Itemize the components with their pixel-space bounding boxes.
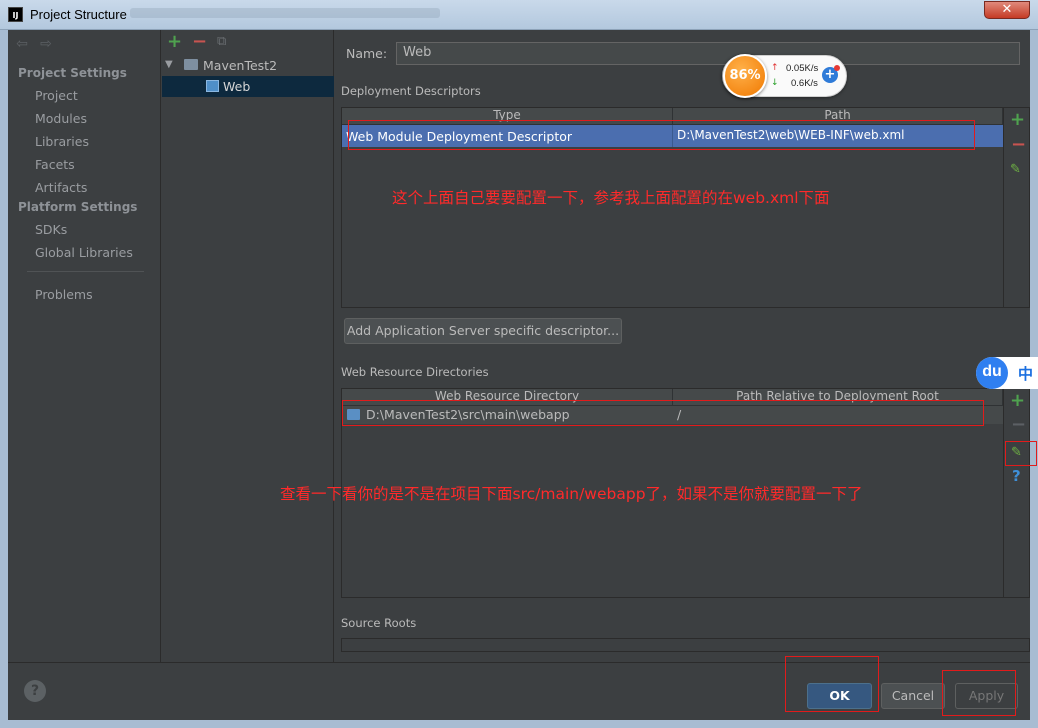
nav-item-facets[interactable]: Facets bbox=[35, 157, 75, 172]
tree-item-web[interactable]: Web bbox=[223, 79, 250, 94]
add-server-descriptor-button[interactable]: Add Application Server specific descript… bbox=[344, 318, 622, 344]
arrow-right-icon[interactable]: ⇨ bbox=[38, 36, 54, 52]
ime-language-toggle[interactable]: 中 bbox=[1018, 363, 1033, 384]
source-roots-title: Source Roots bbox=[341, 616, 417, 630]
module-tree-panel bbox=[162, 30, 334, 662]
speed-widget-alert-dot bbox=[834, 65, 840, 71]
window-frame-bottom bbox=[0, 720, 1038, 728]
annotation-box-ok bbox=[785, 656, 879, 712]
directory-add-button[interactable]: + bbox=[1010, 390, 1025, 411]
title-bar-blurred-text bbox=[130, 8, 440, 18]
name-field[interactable]: Web bbox=[396, 42, 1020, 65]
window-close-button[interactable]: ✕ bbox=[984, 1, 1030, 19]
help-button[interactable]: ? bbox=[24, 680, 46, 702]
arrow-left-icon[interactable]: ⇦ bbox=[14, 36, 30, 52]
nav-item-modules[interactable]: Modules bbox=[35, 111, 87, 126]
download-speed: 0.6K/s bbox=[791, 78, 818, 89]
annotation-note-webapp: 查看一下看你的是不是在项目下面src/main/webapp了，如果不是你就要配… bbox=[280, 485, 863, 503]
baidu-du-logo[interactable]: du bbox=[976, 357, 1008, 389]
tree-remove-button[interactable]: − bbox=[192, 31, 207, 52]
descriptor-add-button[interactable]: + bbox=[1010, 109, 1025, 130]
annotation-box-apply bbox=[942, 670, 1016, 716]
tree-expand-chevron-icon[interactable]: ▼ bbox=[165, 59, 173, 70]
nav-item-sdks[interactable]: SDKs bbox=[35, 222, 67, 237]
nav-item-problems[interactable]: Problems bbox=[35, 287, 93, 302]
annotation-note-descriptor: 这个上面自己要要配置一下，参考我上面配置的在web.xml下面 bbox=[392, 189, 830, 207]
pencil-icon[interactable]: ✎ bbox=[1010, 162, 1021, 177]
folder-icon bbox=[184, 59, 198, 70]
source-roots-table bbox=[341, 638, 1030, 652]
tree-item-maventest2[interactable]: MavenTest2 bbox=[203, 58, 277, 73]
intellij-app-icon: IJ bbox=[8, 7, 23, 22]
annotation-box-edit-button bbox=[1005, 441, 1037, 466]
web-facet-icon bbox=[206, 80, 219, 92]
download-arrow-icon: ↓ bbox=[771, 78, 779, 88]
nav-separator bbox=[27, 271, 144, 272]
nav-header-project-settings: Project Settings bbox=[18, 66, 127, 80]
directory-remove-button[interactable]: − bbox=[1011, 414, 1026, 435]
deployment-descriptors-title: Deployment Descriptors bbox=[341, 84, 481, 98]
window-frame-left bbox=[0, 30, 8, 728]
nav-item-project[interactable]: Project bbox=[35, 88, 78, 103]
nav-item-global-libraries[interactable]: Global Libraries bbox=[35, 245, 133, 260]
nav-header-platform-settings: Platform Settings bbox=[18, 200, 138, 214]
cancel-button[interactable]: Cancel bbox=[881, 683, 945, 709]
nav-item-libraries[interactable]: Libraries bbox=[35, 134, 89, 149]
tree-copy-button[interactable]: ⧉ bbox=[217, 34, 226, 49]
nav-item-artifacts[interactable]: Artifacts bbox=[35, 180, 87, 195]
upload-arrow-icon: ↑ bbox=[771, 63, 779, 73]
name-label: Name: bbox=[346, 46, 388, 61]
speed-percent-badge[interactable]: 86% bbox=[723, 54, 767, 98]
annotation-box-directory-row bbox=[342, 400, 984, 426]
directory-help-button[interactable]: ? bbox=[1012, 467, 1021, 485]
tree-add-button[interactable]: + bbox=[167, 31, 182, 52]
descriptor-remove-button[interactable]: − bbox=[1011, 134, 1026, 155]
upload-speed: 0.05K/s bbox=[786, 63, 819, 74]
annotation-box-descriptor-row bbox=[348, 120, 975, 150]
web-resource-directories-title: Web Resource Directories bbox=[341, 365, 489, 379]
window-title: Project Structure bbox=[30, 7, 127, 22]
